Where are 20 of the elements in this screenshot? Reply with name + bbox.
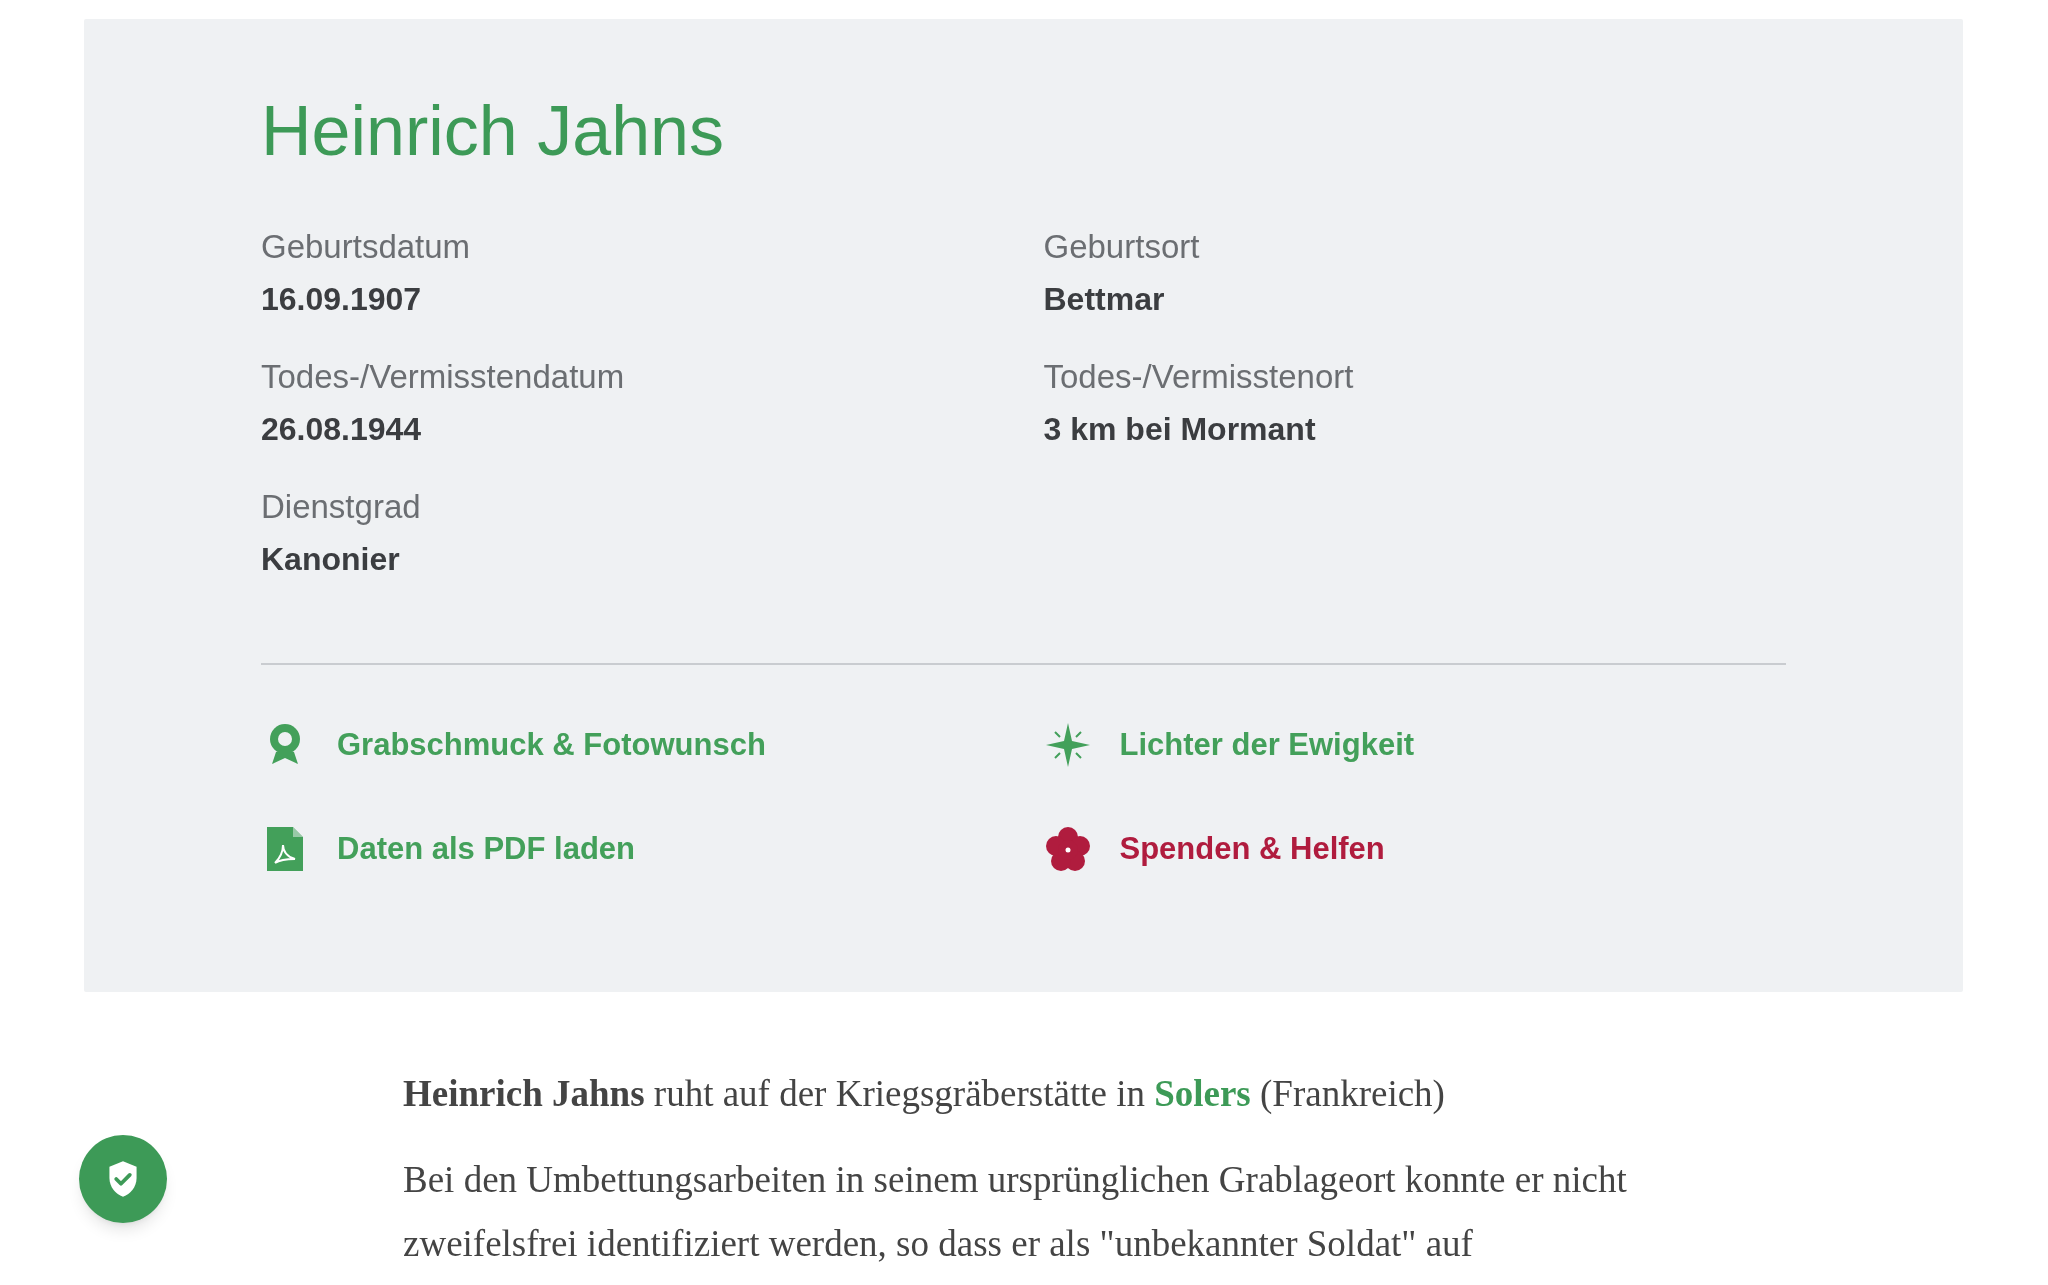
field-label: Todes-/Vermisstendatum [261, 357, 625, 397]
field-value: 16.09.1907 [261, 280, 422, 319]
action-link[interactable]: Lichter der Ewigkeit [1043, 721, 1415, 769]
field-label: Todes-/Vermisstenort [1043, 357, 1354, 397]
field-value: Kanonier [261, 540, 400, 579]
field-value: 3 km bei Mormant [1043, 410, 1316, 449]
person-name: Heinrich Jahns [261, 91, 724, 172]
action-link[interactable]: Daten als PDF laden [261, 825, 636, 873]
action-link[interactable]: Grabschmuck & Fotowunsch [261, 721, 766, 769]
field-label: Geburtsdatum [261, 227, 471, 267]
resting-place-sentence: Heinrich Jahns ruht auf der Kriegsgräberstätte in Solers (Frankreich) [403, 1072, 1446, 1116]
field-value: 26.08.1944 [261, 410, 422, 449]
field-label: Geburtsort [1043, 227, 1200, 267]
field-value: Bettmar [1043, 280, 1165, 319]
paragraph: Bei den Umbettungsarbeiten in seinem ursprünglichen Grablageort konnte er nicht zweifelsfrei identifiziert werden, so dass er als "unbekannter Soldat" auf [403, 1158, 1628, 1266]
flower-icon [1043, 825, 1092, 873]
field-label: Dienstgrad [261, 487, 421, 527]
cemetery-link[interactable]: Solers [1154, 1073, 1251, 1114]
shield-check-icon [106, 1160, 140, 1198]
action-link[interactable]: Spenden & Helfen [1043, 825, 1385, 873]
